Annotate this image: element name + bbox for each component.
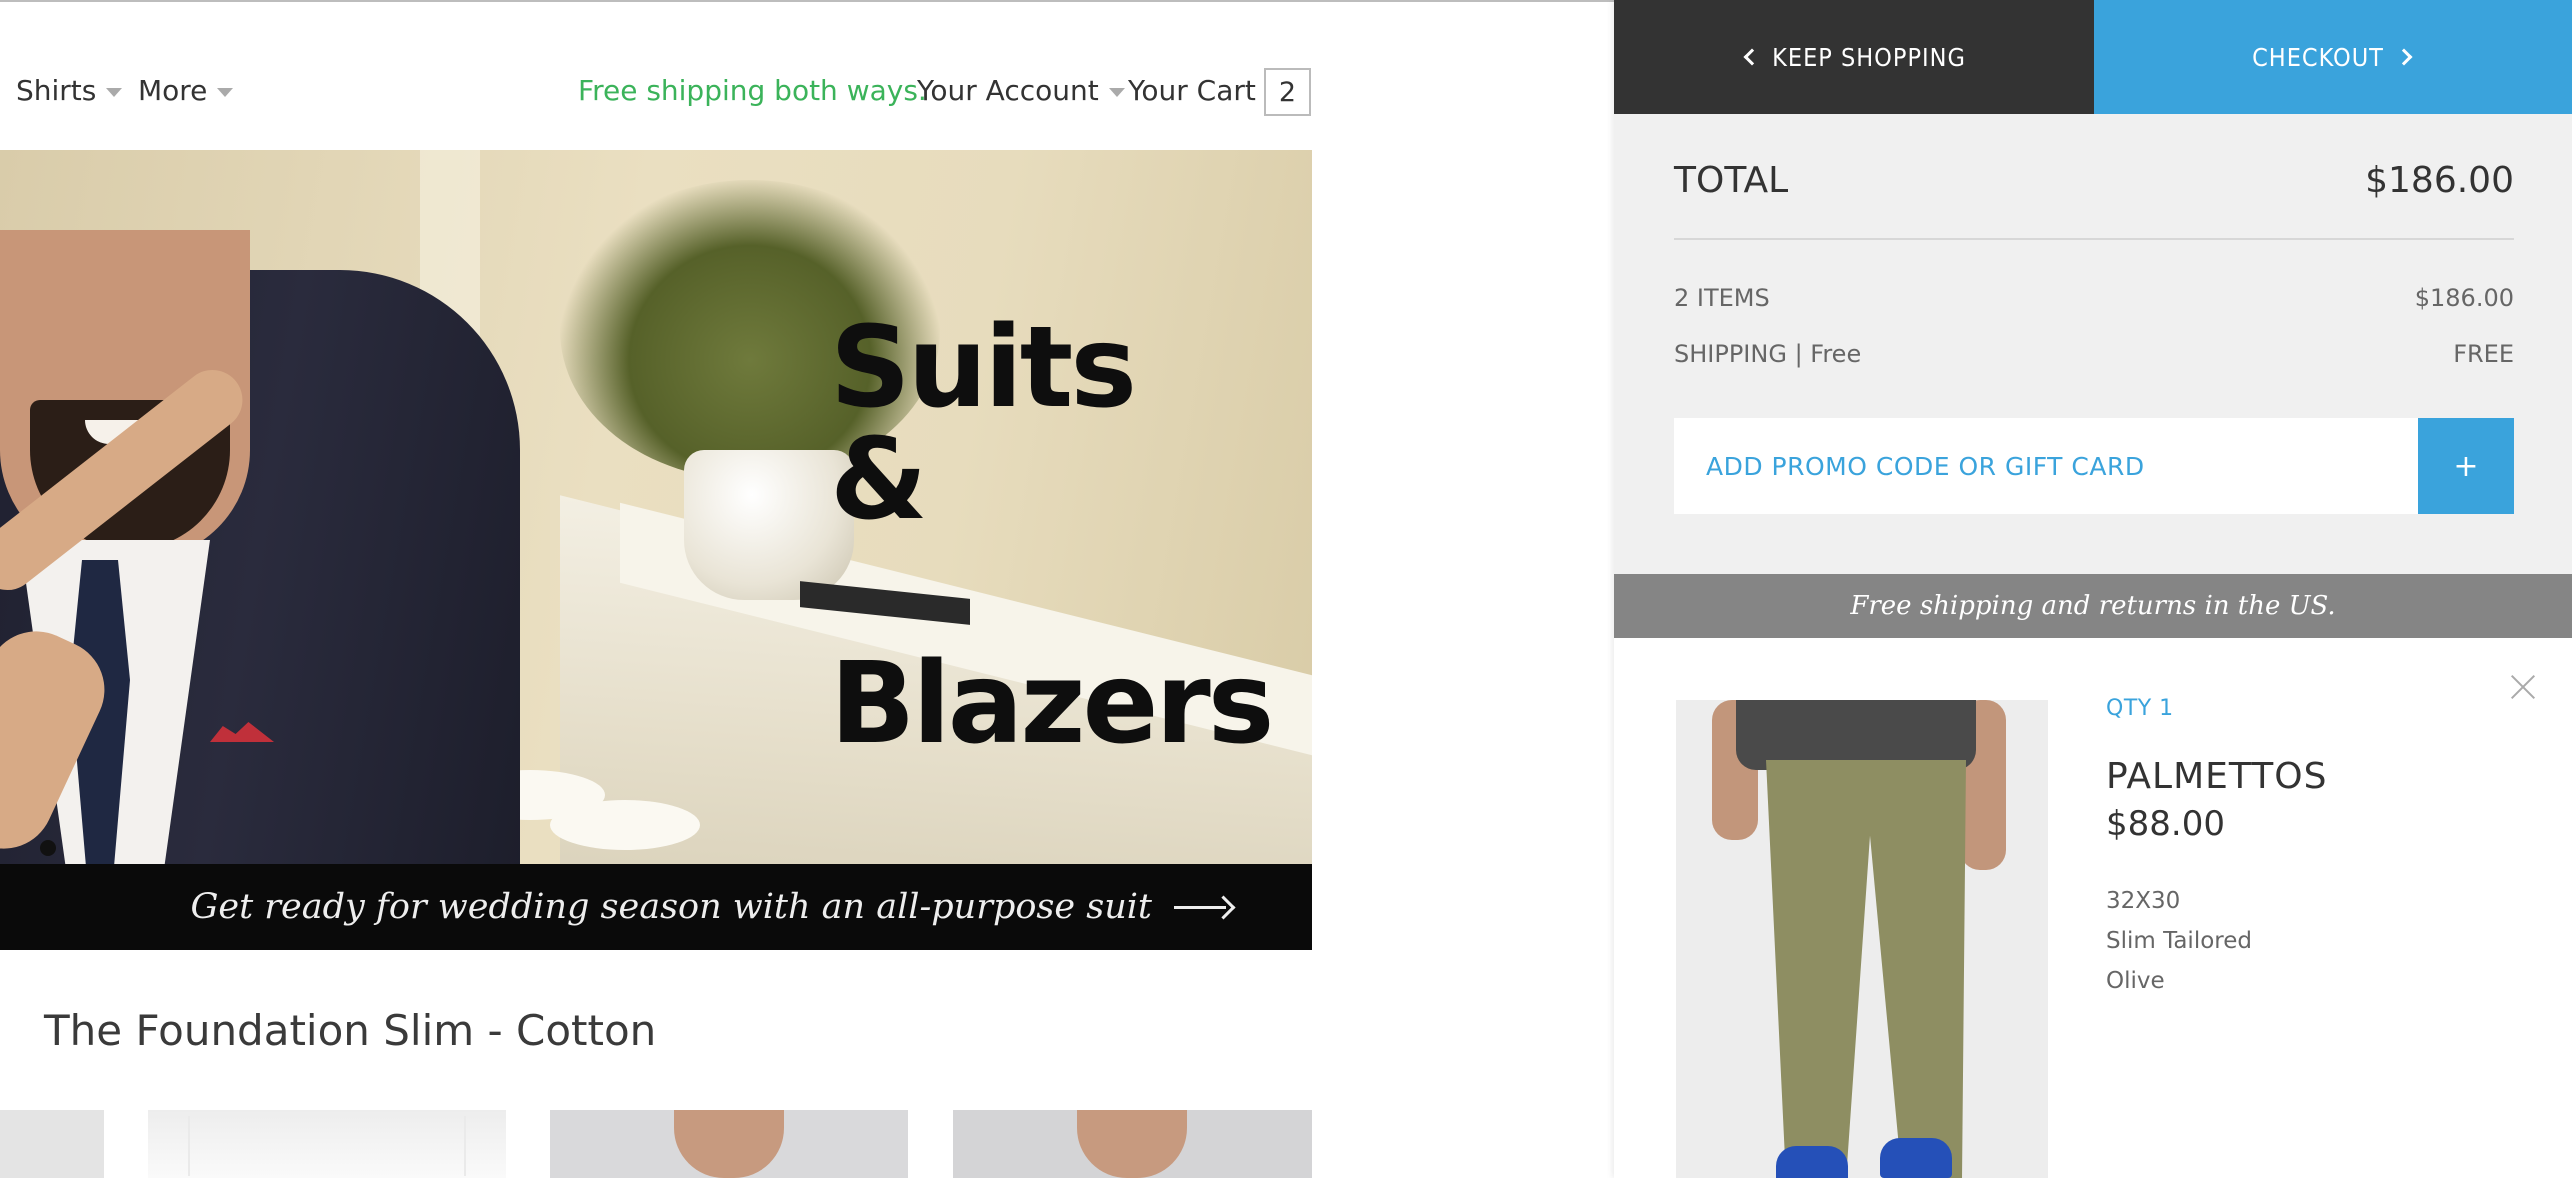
item-size: 32X30 — [2106, 888, 2181, 914]
item-price: $88.00 — [2106, 804, 2225, 844]
divider — [1674, 238, 2514, 240]
hero-photo-pot — [684, 450, 854, 600]
cart-panel: KEEP SHOPPING CHECKOUT TOTAL $186.00 2 I… — [1614, 0, 2572, 1178]
nav-item-shirts[interactable]: Shirts — [16, 74, 123, 107]
item-color: Olive — [2106, 968, 2165, 994]
free-shipping-link[interactable]: Free shipping both ways. — [578, 74, 927, 107]
hero-photo-pocket-square — [210, 722, 274, 742]
chevron-left-icon — [1743, 48, 1761, 66]
hero-photo-button — [40, 840, 56, 856]
item-name: PALMETTOS — [2106, 756, 2328, 797]
hero-photo-stool — [550, 800, 700, 850]
nav-item-label: Shirts — [16, 74, 97, 107]
nav-item-more[interactable]: More — [138, 74, 234, 107]
shipping-row: SHIPPING | Free FREE — [1674, 340, 2514, 368]
total-value: $186.00 — [2365, 160, 2514, 201]
section-title: The Foundation Slim - Cotton — [44, 1006, 657, 1055]
top-nav: Shirts More Free shipping both ways. You… — [0, 0, 1312, 150]
hero-title: Suits & Blazers — [830, 200, 1274, 872]
your-cart-link[interactable]: Your Cart — [1128, 74, 1256, 107]
product-photo-pants — [1766, 760, 1966, 1178]
your-account-menu[interactable]: Your Account — [917, 74, 1125, 107]
product-photo-shoe — [1776, 1146, 1848, 1178]
nav-item-label: More — [138, 74, 208, 107]
chevron-down-icon — [106, 88, 123, 97]
shipping-label: SHIPPING | Free — [1674, 340, 1862, 368]
item-quantity[interactable]: QTY 1 — [2106, 696, 2174, 721]
add-promo-button[interactable]: + — [2418, 418, 2514, 514]
hero-title-line: Blazers — [830, 639, 1274, 769]
cart-item: QTY 1 PALMETTOS $88.00 32X30 Slim Tailor… — [1614, 638, 2572, 1178]
hero-caption-bar[interactable]: Get ready for wedding season with an all… — [0, 864, 1312, 950]
hero-caption-text: Get ready for wedding season with an all… — [190, 887, 1152, 927]
hero-photo-model — [0, 230, 520, 950]
checkout-label: CHECKOUT — [2252, 42, 2384, 72]
total-label: TOTAL — [1674, 160, 1789, 201]
store-page: Shirts More Free shipping both ways. You… — [0, 0, 1614, 1178]
hero-title-line: Suits & — [830, 303, 1137, 545]
product-image — [1676, 700, 2048, 1178]
product-image — [674, 1110, 784, 1178]
product-image — [188, 1116, 466, 1176]
keep-shopping-button[interactable]: KEEP SHOPPING — [1614, 0, 2094, 114]
total-row: TOTAL $186.00 — [1674, 160, 2514, 201]
chevron-right-icon — [2395, 48, 2413, 66]
items-value: $186.00 — [2414, 284, 2514, 312]
product-card[interactable] — [148, 1110, 506, 1178]
promo-code-label[interactable]: ADD PROMO CODE OR GIFT CARD — [1706, 418, 2145, 514]
chevron-down-icon — [1108, 88, 1125, 97]
close-icon[interactable] — [2510, 674, 2536, 700]
free-shipping-banner: Free shipping and returns in the US. — [1614, 574, 2572, 638]
cart-count-badge[interactable]: 2 — [1264, 68, 1311, 116]
keep-shopping-label: KEEP SHOPPING — [1772, 42, 1966, 72]
product-card[interactable] — [953, 1110, 1312, 1178]
product-image — [1077, 1110, 1187, 1178]
promo-code-field[interactable]: ADD PROMO CODE OR GIFT CARD + — [1674, 418, 2514, 514]
product-photo-shoe — [1880, 1138, 1952, 1178]
chevron-down-icon — [217, 88, 234, 97]
product-photo-torso — [1736, 700, 1976, 770]
product-card[interactable] — [550, 1110, 908, 1178]
arrow-right-icon — [1174, 897, 1234, 917]
items-subtotal-row: 2 ITEMS $186.00 — [1674, 284, 2514, 312]
shipping-value: FREE — [2453, 340, 2514, 368]
checkout-button[interactable]: CHECKOUT — [2094, 0, 2572, 114]
item-fit: Slim Tailored — [2106, 928, 2252, 954]
hero-banner[interactable]: Suits & Blazers Get ready for wedding se… — [0, 150, 1312, 950]
product-card[interactable] — [0, 1110, 104, 1178]
items-label: 2 ITEMS — [1674, 284, 1770, 312]
account-label: Your Account — [917, 74, 1099, 107]
